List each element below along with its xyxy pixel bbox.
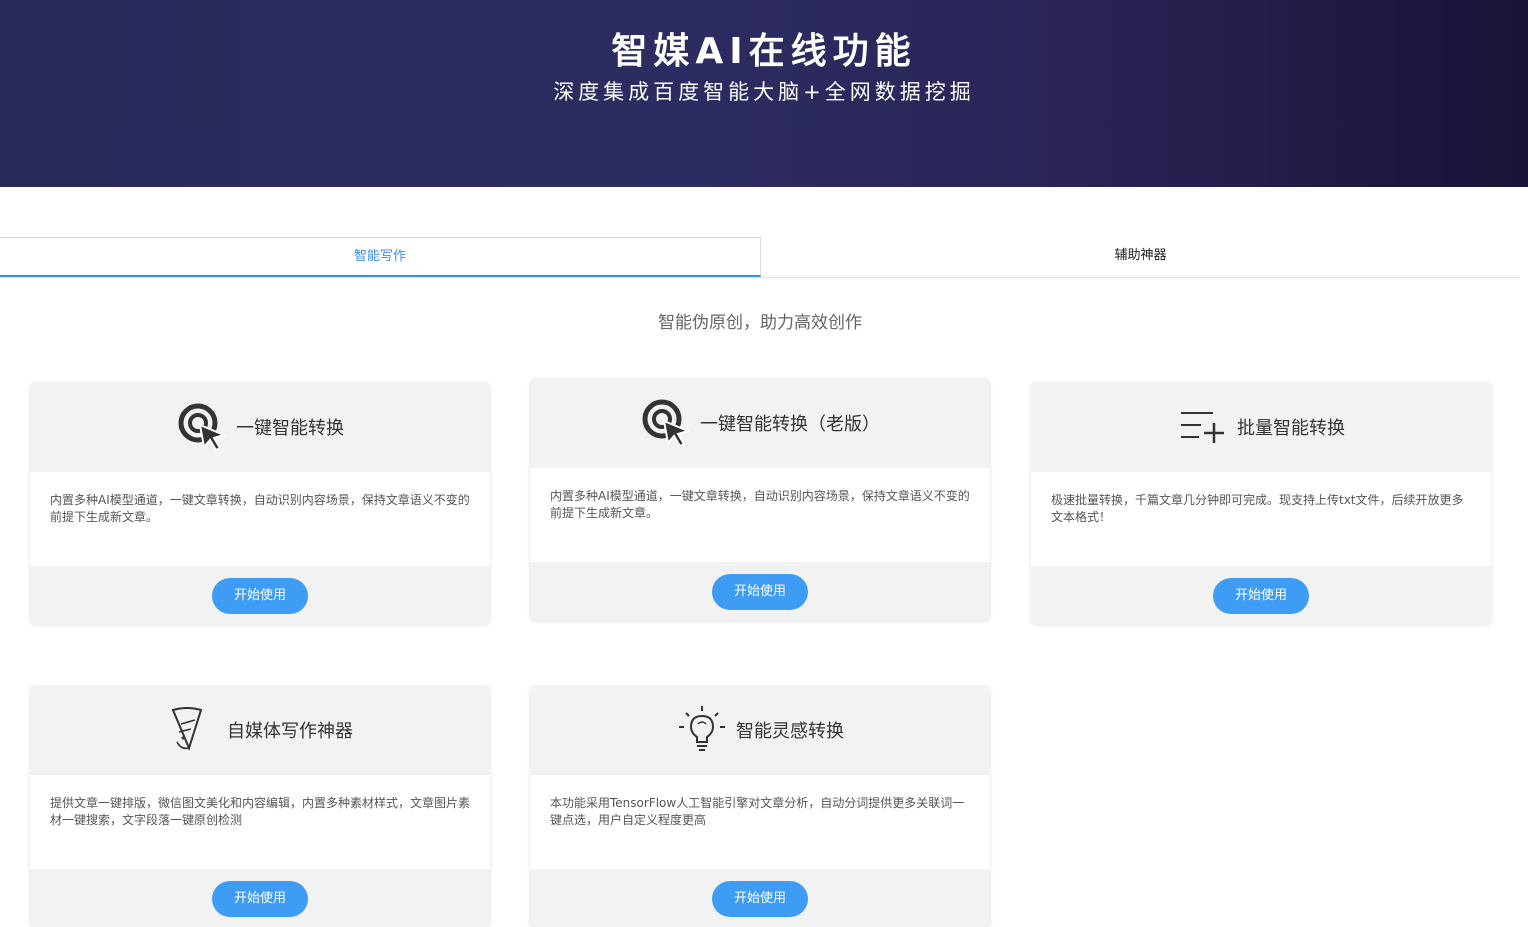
feature-card-one-click-convert: 一键智能转换 内置多种AI模型通道，一键文章转换，自动识别内容场景，保持文章语义… bbox=[30, 382, 490, 624]
card-title: 批量智能转换 bbox=[1237, 418, 1345, 439]
card-description: 本功能采用TensorFlow人工智能引擎对文章分析，自动分词提供更多关联词一键… bbox=[530, 775, 990, 869]
feature-tabs: 智能写作 辅助神器 bbox=[0, 237, 1520, 278]
card-title: 一键智能转换（老版） bbox=[700, 414, 880, 435]
feature-card-batch-convert: 批量智能转换 极速批量转换，千篇文章几分钟即可完成。现支持上传txt文件，后续开… bbox=[1031, 382, 1491, 624]
hero-banner: 智媒AI在线功能 深度集成百度智能大脑+全网数据挖掘 bbox=[0, 0, 1528, 187]
start-button[interactable]: 开始使用 bbox=[212, 578, 308, 614]
click-cursor-icon bbox=[640, 397, 692, 449]
click-cursor-icon bbox=[176, 401, 228, 453]
page-title: 智媒AI在线功能 bbox=[611, 31, 917, 72]
tab-assist-tools[interactable]: 辅助神器 bbox=[761, 237, 1520, 275]
start-button[interactable]: 开始使用 bbox=[712, 574, 808, 610]
card-description: 提供文章一键排版，微信图文美化和内容编辑，内置多种素材样式，文章图片素材一键搜索… bbox=[30, 775, 490, 869]
feature-card-one-click-convert-old: 一键智能转换（老版） 内置多种AI模型通道，一键文章转换，自动识别内容场景，保持… bbox=[530, 378, 990, 620]
start-button[interactable]: 开始使用 bbox=[212, 881, 308, 917]
tab-smart-writing[interactable]: 智能写作 bbox=[0, 237, 761, 277]
start-button[interactable]: 开始使用 bbox=[1213, 578, 1309, 614]
lightbulb-icon bbox=[676, 704, 728, 756]
page-subtitle: 深度集成百度智能大脑+全网数据挖掘 bbox=[553, 80, 975, 104]
feature-card-media-writing: 自媒体写作神器 提供文章一键排版，微信图文美化和内容编辑，内置多种素材样式，文章… bbox=[30, 685, 490, 927]
card-header: 自媒体写作神器 bbox=[30, 685, 490, 775]
card-description: 内置多种AI模型通道，一键文章转换，自动识别内容场景，保持文章语义不变的前提下生… bbox=[30, 472, 490, 566]
writing-pen-icon bbox=[167, 704, 219, 756]
card-title: 智能灵感转换 bbox=[736, 721, 844, 742]
start-button[interactable]: 开始使用 bbox=[712, 881, 808, 917]
feature-card-inspiration-convert: 智能灵感转换 本功能采用TensorFlow人工智能引擎对文章分析，自动分词提供… bbox=[530, 685, 990, 927]
batch-list-add-icon bbox=[1177, 401, 1229, 453]
card-description: 极速批量转换，千篇文章几分钟即可完成。现支持上传txt文件，后续开放更多文本格式… bbox=[1031, 472, 1491, 566]
card-header: 批量智能转换 bbox=[1031, 382, 1491, 472]
card-header: 智能灵感转换 bbox=[530, 685, 990, 775]
card-header: 一键智能转换 bbox=[30, 382, 490, 472]
section-subtitle: 智能伪原创，助力高效创作 bbox=[658, 313, 862, 333]
card-description: 内置多种AI模型通道，一键文章转换，自动识别内容场景，保持文章语义不变的前提下生… bbox=[530, 468, 990, 562]
card-title: 一键智能转换 bbox=[236, 418, 344, 439]
card-header: 一键智能转换（老版） bbox=[530, 378, 990, 468]
card-title: 自媒体写作神器 bbox=[227, 721, 353, 742]
